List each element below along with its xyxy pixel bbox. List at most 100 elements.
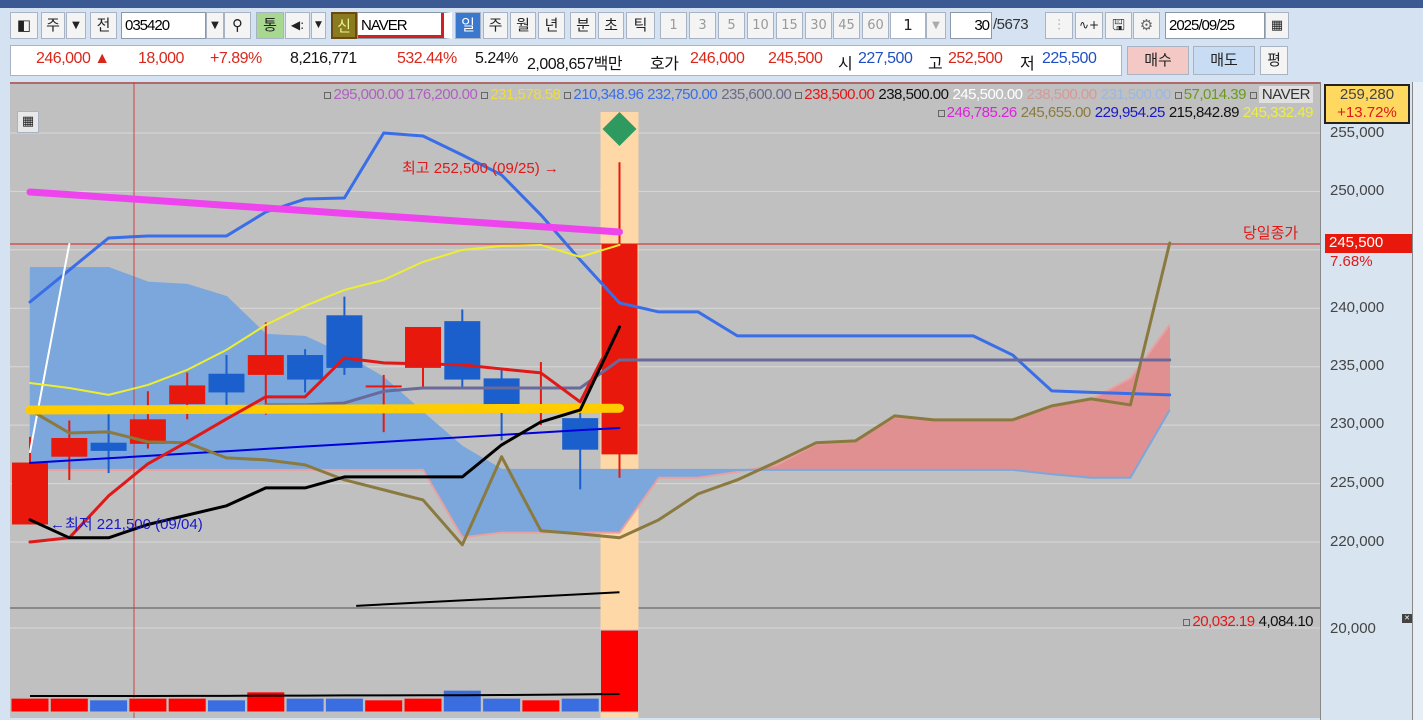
price-tick-label: 225,000 <box>1330 474 1385 491</box>
volume-bar <box>128 697 168 713</box>
layout-icon[interactable]: ◧ <box>10 12 38 39</box>
period-tab[interactable]: 분 <box>570 12 596 39</box>
candle-body <box>405 326 441 368</box>
legend-box-icon <box>324 91 332 99</box>
candle-settings-icon[interactable]: ⫶ <box>1045 12 1073 39</box>
volume-ma-line <box>30 692 620 698</box>
chart-canvas[interactable] <box>10 82 1320 718</box>
interval-button[interactable]: 3 <box>689 12 716 39</box>
legend-value: 235,600.00 <box>721 86 792 103</box>
legend-value: 4,084.10 <box>1258 613 1314 630</box>
legend-value: 245,500.00 <box>952 86 1023 103</box>
chevron-down-icon[interactable]: ▼ <box>926 12 946 39</box>
total-count: /5673 <box>993 16 1029 33</box>
high-label: 고 <box>928 56 943 73</box>
period-tab[interactable]: 주 <box>483 12 508 39</box>
candle-body <box>12 462 48 525</box>
date-input[interactable]: 2025/09/25 <box>1165 12 1265 39</box>
price-tick-label: 240,000 <box>1330 299 1385 316</box>
grid-table-icon[interactable]: ▦ <box>17 111 39 133</box>
collapse-panel-icon[interactable]: ✕ <box>1402 614 1412 623</box>
ichimoku-cloud <box>658 469 699 478</box>
speaker-icon[interactable]: ◀: <box>285 12 310 39</box>
volume-bar <box>10 697 50 713</box>
legend-item: 215,842.89 <box>1168 104 1240 121</box>
ichimoku-cloud <box>540 469 581 533</box>
ichimoku-cloud <box>579 469 620 533</box>
candle-body <box>169 385 206 405</box>
legend-item: 295,000.00 176,200.00 <box>324 86 478 103</box>
interval-button[interactable]: 1 <box>660 12 687 39</box>
stock-name-input[interactable]: NAVER <box>357 12 452 39</box>
calendar-icon[interactable]: ▦ <box>1265 12 1289 39</box>
prev-button[interactable]: 전 <box>90 12 117 39</box>
search-icon[interactable]: ⚲ <box>224 12 251 39</box>
add-indicator-icon[interactable]: ∿+ <box>1075 12 1103 39</box>
volume-bar <box>364 699 404 713</box>
multiplier-select[interactable]: 1 <box>890 12 926 39</box>
interval-button[interactable]: 30 <box>805 12 832 39</box>
candle-body <box>90 442 127 451</box>
trendline <box>356 591 620 607</box>
gear-icon[interactable]: ⚙ <box>1133 12 1160 39</box>
volume-ratio: 532.44% <box>397 50 457 67</box>
indicator-line <box>25 403 624 415</box>
current-price: 246,000 ▲ <box>36 50 110 68</box>
legend-item: 238,500.00 <box>795 86 875 103</box>
chevron-down-icon[interactable]: ▼ <box>206 12 224 39</box>
legend-value: 215,842.89 <box>1168 104 1240 121</box>
window-titlebar <box>0 0 1423 8</box>
price-tick-label: 230,000 <box>1330 415 1385 432</box>
count-input[interactable]: 30 <box>950 12 992 39</box>
candle-body <box>208 373 245 393</box>
legend-item: 231,578.58 <box>481 86 561 103</box>
tong-button[interactable]: 통 <box>256 12 284 39</box>
volume-legend: 20,032.19 4,084.10 <box>1179 613 1314 630</box>
chevron-down-icon[interactable]: ▼ <box>311 12 326 39</box>
legend-value: 210,348.96 232,750.00 <box>573 86 718 103</box>
interval-button[interactable]: 60 <box>862 12 889 39</box>
scrollbar[interactable] <box>1412 82 1423 720</box>
period-tab[interactable]: 초 <box>598 12 624 39</box>
indicator-legend-row1: 295,000.00 176,200.00 231,578.58 210,348.9… <box>320 86 1313 103</box>
legend-item: 238,500.00 <box>878 86 949 103</box>
ichimoku-cloud <box>933 419 974 471</box>
volume-bar <box>207 699 246 713</box>
volume-bar <box>167 697 207 713</box>
sell-button[interactable]: 매도 <box>1193 46 1255 75</box>
market-select[interactable]: 주 <box>41 12 65 39</box>
legend-value: 245,655.00 <box>1020 104 1092 121</box>
interval-button[interactable]: 10 <box>747 12 774 39</box>
legend-box-icon <box>564 91 572 99</box>
period-tab[interactable]: 월 <box>510 12 536 39</box>
current-pct: 7.68% <box>1330 253 1373 270</box>
eval-button[interactable]: 평 <box>1260 46 1288 75</box>
current-price-marker: 245,500 <box>1325 234 1412 253</box>
save-icon[interactable]: 🖫 <box>1105 12 1132 39</box>
stock-code-input[interactable]: 035420 <box>121 12 206 39</box>
chevron-down-icon[interactable]: ▼ <box>66 12 86 39</box>
candle-body <box>365 385 402 388</box>
legend-item: 246,785.26 <box>937 104 1017 121</box>
interval-button[interactable]: 15 <box>776 12 803 39</box>
ichimoku-cloud <box>1130 323 1170 479</box>
legend-value: 245,332.49 <box>1242 104 1314 121</box>
new-badge[interactable]: 신 <box>331 12 357 39</box>
period-tab[interactable]: 틱 <box>626 12 655 39</box>
volume-bar <box>285 697 325 713</box>
interval-button[interactable]: 5 <box>718 12 745 39</box>
volume-bar <box>521 699 561 713</box>
low-label: 저 <box>1020 56 1035 73</box>
change: 18,000 <box>138 50 184 67</box>
buy-button[interactable]: 매수 <box>1127 46 1189 75</box>
open-label: 시 <box>838 56 853 73</box>
volume-bar <box>482 697 522 713</box>
max-pct: +13.72% <box>1337 104 1397 121</box>
ichimoku-cloud <box>894 416 935 471</box>
legend-value: 57,014.39 <box>1183 86 1247 103</box>
interval-button[interactable]: 45 <box>833 12 860 39</box>
period-tab[interactable]: 일 <box>455 12 481 39</box>
ask-price: 246,000 <box>690 50 745 67</box>
period-tab[interactable]: 년 <box>538 12 565 39</box>
trade-amount: 2,008,657백만 <box>527 56 623 73</box>
